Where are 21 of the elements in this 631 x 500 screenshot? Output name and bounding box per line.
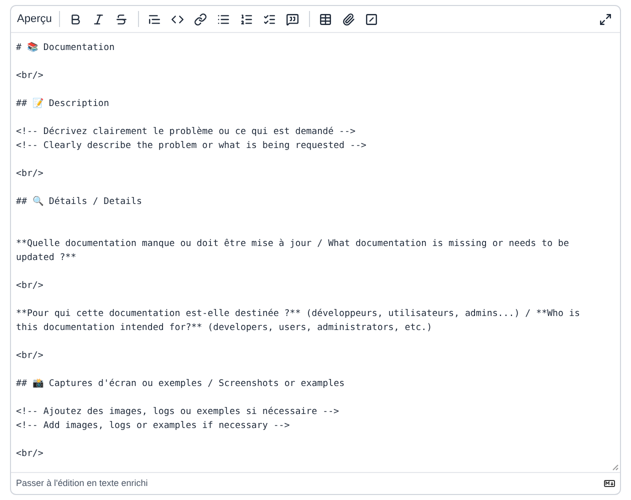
code-line: this documentation intended for?** (developers, users, administrators, etc.) [16, 322, 432, 335]
code-line: <!-- Décrivez clairement le problème ou ce qui est demandé --> [16, 126, 356, 139]
code-line: <br/> [16, 448, 44, 461]
code-line: ## 📸 Captures d'écran ou exemples / Screenshots or examples [16, 378, 345, 391]
code-line: **Quelle documentation manque ou doit être mise à jour / What documentation is missing or needs to be [16, 238, 569, 251]
code-line: updated ?** [16, 252, 76, 265]
rich-text-link[interactable]: Passer à l'édition en texte enrichi [16, 476, 148, 490]
code-line: ## 📝 Description [16, 97, 110, 111]
code-line: <br/> [16, 350, 44, 363]
code-line: <!-- Clearly describe the problem or what is being requested --> [16, 140, 366, 153]
markdown-icon [604, 480, 615, 487]
code-line: ## 🔍 Détails / Details [16, 195, 142, 209]
code-line: **Pour qui cette documentation est-elle destinée ?** (développeurs, utilisateurs, admins...) / **Who is [16, 308, 580, 321]
code-line: <br/> [16, 280, 44, 293]
code-line: # 📚 Documentation [16, 41, 115, 55]
code-line: <!-- Add images, logs or examples if necessary --> [16, 420, 290, 433]
code-line: <br/> [16, 168, 44, 181]
resize-handle-icon [612, 464, 619, 471]
code-line: <!-- Ajoutez des images, logs ou exemples si nécessaire --> [16, 406, 340, 419]
preview-button[interactable]: Aperçu [15, 8, 54, 30]
code-line: <br/> [16, 70, 44, 83]
